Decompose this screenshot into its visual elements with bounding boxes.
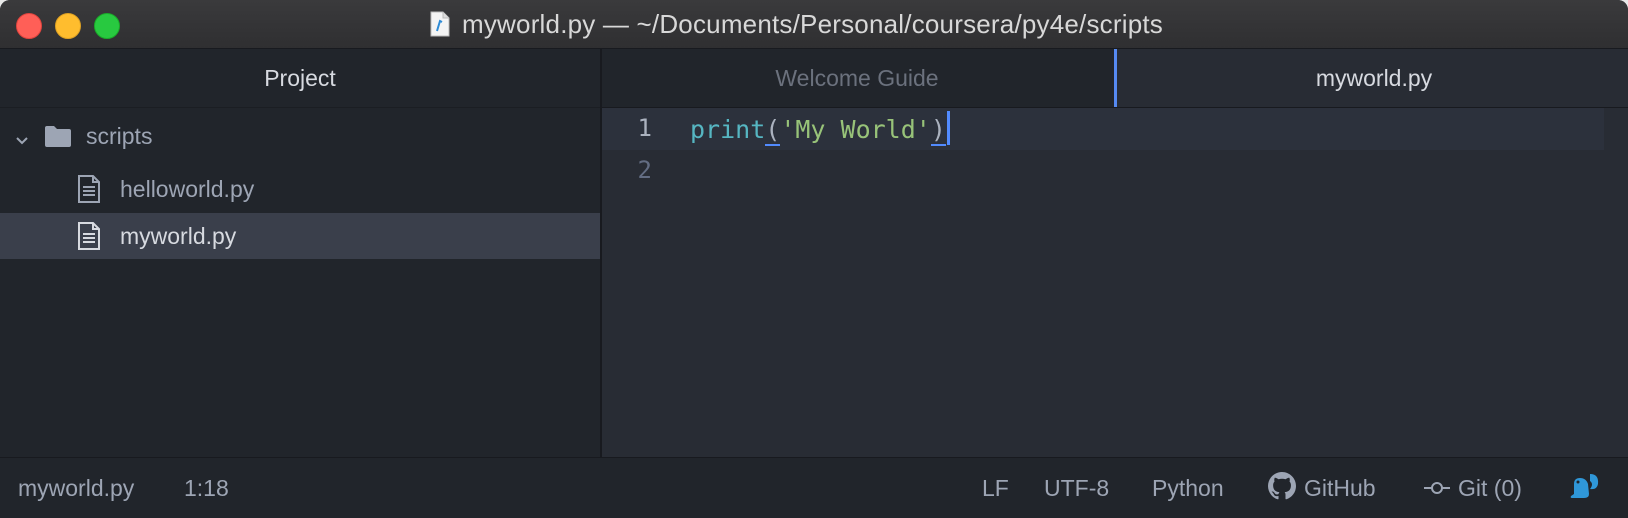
document-icon — [430, 11, 450, 37]
tree-file-label: helloworld.py — [120, 175, 255, 202]
close-window-button[interactable] — [16, 13, 42, 39]
tab-welcome-guide[interactable]: Welcome Guide — [602, 49, 1112, 107]
project-panel-header[interactable]: Project — [0, 49, 600, 108]
window-title: myworld.py — ~/Documents/Personal/course… — [462, 8, 1163, 39]
tab-myworld[interactable]: myworld.py — [1114, 49, 1628, 107]
status-line-ending[interactable]: LF — [982, 458, 1009, 518]
minimize-window-button[interactable] — [55, 13, 81, 39]
code-function-token: print — [690, 115, 766, 144]
status-git-button[interactable]: Git (0) — [1424, 458, 1522, 518]
code-paren-close: ) — [930, 115, 946, 146]
tree-folder-label: scripts — [86, 122, 153, 149]
title-bar[interactable]: myworld.py — ~/Documents/Personal/course… — [0, 0, 1628, 49]
tree-file-helloworld[interactable]: helloworld.py — [0, 166, 600, 212]
chevron-down-icon[interactable] — [14, 128, 30, 145]
tree-folder-scripts[interactable]: scripts — [0, 113, 600, 159]
code-editor[interactable]: 1 2 print('My World') — [602, 108, 1628, 457]
line-number: 1 — [637, 114, 652, 142]
status-file-name[interactable]: myworld.py — [18, 458, 134, 518]
maximize-window-button[interactable] — [94, 13, 120, 39]
tree-file-label: myworld.py — [120, 222, 237, 249]
window-title-group: myworld.py — ~/Documents/Personal/course… — [430, 0, 1163, 48]
line-number: 2 — [637, 156, 652, 184]
project-tree-panel: Project scripts helloworld.py myworld.py — [0, 49, 602, 457]
code-line-1[interactable]: print('My World') — [690, 111, 950, 148]
squirrel-icon — [1568, 472, 1600, 506]
status-github-button[interactable]: GitHub — [1268, 458, 1376, 518]
folder-icon — [44, 124, 72, 148]
file-icon — [78, 175, 100, 203]
github-icon — [1268, 471, 1296, 506]
update-squirrel-button[interactable] — [1568, 458, 1600, 518]
tab-bar: Welcome Guide myworld.py — [602, 49, 1628, 108]
status-github-label: GitHub — [1304, 475, 1376, 501]
text-cursor — [946, 111, 950, 145]
file-icon — [78, 222, 100, 250]
code-string-token: 'My World' — [780, 115, 931, 144]
tree-file-myworld[interactable]: myworld.py — [0, 213, 600, 259]
status-git-label: Git (0) — [1458, 475, 1522, 501]
status-grammar[interactable]: Python — [1152, 458, 1224, 518]
status-bar: myworld.py 1:18 LF UTF-8 Python GitHub G… — [0, 457, 1628, 518]
atom-window: myworld.py — ~/Documents/Personal/course… — [0, 0, 1628, 518]
code-paren-open: ( — [765, 115, 781, 146]
status-cursor-position[interactable]: 1:18 — [184, 458, 229, 518]
git-commit-icon — [1424, 475, 1450, 502]
status-encoding[interactable]: UTF-8 — [1044, 458, 1109, 518]
